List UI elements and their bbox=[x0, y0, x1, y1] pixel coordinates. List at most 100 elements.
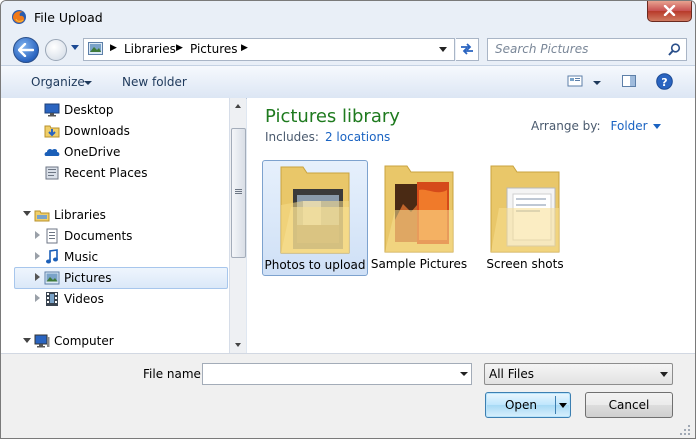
sidebar-item-desktop[interactable]: Desktop bbox=[44, 100, 224, 120]
downloads-icon bbox=[44, 125, 60, 138]
refresh-icon bbox=[461, 43, 473, 55]
breadcrumb-separator-icon[interactable]: ▶ bbox=[241, 43, 248, 53]
folder-sample-pictures[interactable]: Sample Pictures bbox=[367, 160, 471, 274]
sidebar-item-label: Computer bbox=[54, 334, 114, 348]
sidebar-item-libraries[interactable]: Libraries bbox=[34, 205, 224, 225]
breadcrumb-libraries[interactable]: Libraries bbox=[124, 42, 176, 56]
scroll-up-icon[interactable] bbox=[235, 104, 241, 108]
videos-icon bbox=[46, 292, 58, 306]
window-title: File Upload bbox=[34, 10, 103, 25]
sidebar-item-onedrive[interactable]: OneDrive bbox=[44, 142, 224, 162]
file-type-select[interactable]: All Files bbox=[484, 363, 673, 385]
collapse-computer-icon[interactable] bbox=[23, 338, 31, 343]
photo-folder-icon bbox=[384, 165, 454, 253]
organize-dropdown-icon[interactable] bbox=[84, 81, 92, 85]
collapse-libraries-icon[interactable] bbox=[23, 211, 31, 216]
grip-icon bbox=[235, 189, 242, 190]
split-divider bbox=[555, 396, 556, 414]
sidebar-item-label: Libraries bbox=[54, 208, 106, 222]
file-upload-dialog: File Upload ▶ Libraries ▶ Pictures ▶ Sea… bbox=[0, 0, 696, 439]
command-toolbar: Organize New folder ? bbox=[1, 65, 695, 99]
sidebar-item-documents[interactable]: Documents bbox=[44, 226, 224, 246]
folder-name: Screen shots bbox=[486, 257, 564, 271]
firefox-icon bbox=[12, 10, 26, 24]
arrange-value-dropdown[interactable]: Folder bbox=[611, 119, 648, 133]
file-name-input[interactable] bbox=[202, 363, 472, 385]
folder-name: Sample Pictures bbox=[370, 257, 468, 271]
pictures-icon bbox=[44, 271, 60, 285]
open-button-label: Open bbox=[504, 398, 538, 412]
includes-label: Includes: bbox=[265, 130, 319, 144]
open-button[interactable]: Open bbox=[485, 392, 571, 418]
back-button[interactable] bbox=[13, 37, 39, 63]
view-options-icon[interactable] bbox=[567, 73, 583, 89]
title-bar[interactable]: File Upload bbox=[1, 1, 695, 33]
open-dropdown-icon[interactable] bbox=[559, 403, 567, 408]
resize-grip-icon[interactable] bbox=[679, 424, 691, 436]
address-bar[interactable]: ▶ Libraries ▶ Pictures ▶ bbox=[83, 38, 455, 61]
close-button[interactable] bbox=[647, 1, 692, 22]
navigation-pane-scrollbar[interactable] bbox=[230, 98, 246, 353]
photo-folder-icon bbox=[280, 166, 350, 254]
expand-music-icon[interactable] bbox=[35, 252, 40, 260]
recent-locations-dropdown[interactable] bbox=[71, 45, 79, 50]
search-box[interactable]: Search Pictures bbox=[487, 38, 687, 61]
sidebar-item-label: Recent Places bbox=[64, 166, 148, 180]
sidebar-item-videos[interactable]: Videos bbox=[44, 289, 224, 309]
file-name-dropdown-icon[interactable] bbox=[460, 372, 468, 376]
folder-name: Photos to upload bbox=[264, 258, 366, 272]
close-icon bbox=[663, 5, 676, 16]
navigation-pane: Desktop Downloads OneDrive Recent Places bbox=[1, 98, 230, 353]
sidebar-item-label: Pictures bbox=[64, 271, 112, 285]
svg-text:?: ? bbox=[661, 76, 667, 89]
library-includes: Includes: 2 locations bbox=[265, 130, 390, 144]
expand-pictures-icon[interactable] bbox=[35, 273, 40, 281]
scroll-down-icon[interactable] bbox=[235, 343, 241, 347]
forward-arrow-icon bbox=[46, 40, 66, 60]
locations-link[interactable]: 2 locations bbox=[325, 130, 390, 144]
onedrive-icon bbox=[44, 148, 60, 156]
view-options-dropdown-icon[interactable] bbox=[593, 81, 601, 85]
file-type-value: All Files bbox=[489, 367, 535, 381]
music-icon bbox=[46, 249, 58, 264]
sidebar-item-label: Documents bbox=[64, 229, 133, 243]
computer-icon bbox=[34, 334, 50, 348]
arrange-dropdown-icon[interactable] bbox=[652, 124, 661, 129]
library-icon bbox=[88, 42, 103, 55]
sidebar-item-label: Desktop bbox=[64, 103, 114, 117]
sidebar-item-label: Downloads bbox=[64, 124, 130, 138]
sidebar-item-label: Videos bbox=[64, 292, 104, 306]
content-pane: Pictures library Includes: 2 locations Ar… bbox=[247, 98, 695, 353]
breadcrumb-separator-icon[interactable]: ▶ bbox=[110, 43, 117, 53]
preview-pane-icon[interactable] bbox=[621, 73, 637, 89]
file-name-label: File name: bbox=[143, 367, 205, 381]
desktop-icon bbox=[44, 103, 60, 117]
new-folder-button[interactable]: New folder bbox=[122, 75, 187, 89]
sidebar-item-recent-places[interactable]: Recent Places bbox=[44, 163, 224, 183]
organize-button[interactable]: Organize bbox=[31, 75, 85, 89]
refresh-button[interactable] bbox=[456, 38, 479, 61]
sidebar-item-music[interactable]: Music bbox=[44, 247, 224, 267]
expand-videos-icon[interactable] bbox=[35, 294, 40, 302]
search-input[interactable]: Search Pictures bbox=[495, 42, 588, 56]
folder-photos-to-upload[interactable]: Photos to upload bbox=[262, 160, 368, 276]
expand-documents-icon[interactable] bbox=[35, 231, 40, 239]
search-icon[interactable] bbox=[668, 43, 681, 56]
forward-button[interactable] bbox=[45, 39, 67, 61]
sidebar-item-label: Music bbox=[64, 250, 99, 264]
sidebar-item-downloads[interactable]: Downloads bbox=[44, 121, 224, 141]
sidebar-item-computer[interactable]: Computer bbox=[34, 331, 224, 351]
folder-screen-shots[interactable]: Screen shots bbox=[473, 160, 577, 274]
dialog-footer: File name: All Files Open Cancel bbox=[1, 353, 695, 438]
breadcrumb-pictures[interactable]: Pictures bbox=[190, 42, 238, 56]
recent-places-icon bbox=[45, 166, 59, 180]
scrollbar-thumb[interactable] bbox=[231, 128, 246, 258]
breadcrumb-separator-icon[interactable]: ▶ bbox=[176, 43, 183, 53]
address-dropdown-icon[interactable] bbox=[439, 47, 447, 52]
help-icon[interactable]: ? bbox=[656, 73, 673, 90]
libraries-icon bbox=[34, 210, 50, 222]
sidebar-item-pictures[interactable]: Pictures bbox=[14, 267, 228, 289]
folder-icon bbox=[490, 165, 560, 253]
back-arrow-icon bbox=[18, 43, 34, 57]
cancel-button[interactable]: Cancel bbox=[585, 392, 673, 418]
